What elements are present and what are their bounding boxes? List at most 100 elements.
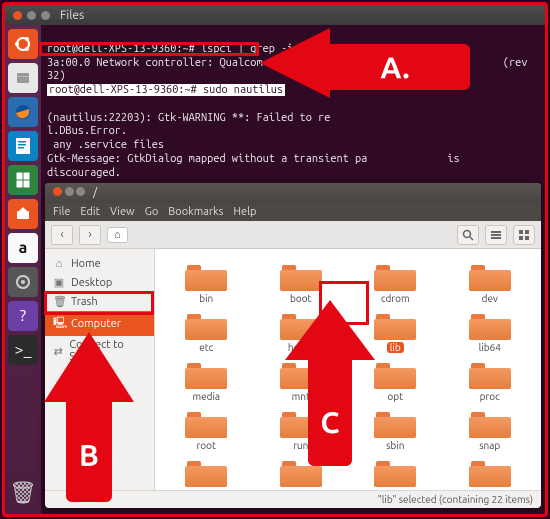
folder-item[interactable]: mnt bbox=[256, 357, 347, 404]
unity-launcher: a ? >_ 🗑 bbox=[5, 25, 41, 514]
view-list-icon[interactable] bbox=[485, 225, 507, 245]
search-icon[interactable] bbox=[457, 225, 479, 245]
folder-label: mnt bbox=[292, 391, 310, 402]
launcher-calc[interactable] bbox=[8, 165, 38, 195]
folder-icon bbox=[185, 261, 227, 291]
folder-item[interactable]: root bbox=[161, 406, 252, 453]
forward-button[interactable]: › bbox=[79, 225, 101, 245]
menu-edit[interactable]: Edit bbox=[80, 206, 100, 218]
nautilus-menubar: File Edit View Go Bookmarks Help bbox=[45, 203, 541, 221]
menu-bookmarks[interactable]: Bookmarks bbox=[168, 206, 223, 218]
launcher-amazon[interactable]: a bbox=[8, 233, 38, 263]
term-line: (nautilus:22203): Gtk-WARNING **: Failed… bbox=[47, 112, 545, 138]
folder-icon bbox=[185, 359, 227, 389]
launcher-firefox[interactable] bbox=[8, 97, 38, 127]
folder-label: cdrom bbox=[381, 293, 410, 304]
annot-box-computer bbox=[44, 291, 154, 315]
folder-label: etc bbox=[199, 342, 213, 353]
folder-icon bbox=[185, 408, 227, 438]
close-icon[interactable] bbox=[53, 187, 62, 196]
minimize-icon[interactable] bbox=[27, 11, 36, 20]
folder-item[interactable]: tmp bbox=[445, 455, 536, 490]
nautilus-titlebar: / bbox=[45, 183, 541, 203]
folder-item[interactable]: etc bbox=[161, 308, 252, 355]
term-line: 3a:00.0 Network controller: Qualcom Athe… bbox=[47, 57, 534, 83]
folder-item[interactable]: run bbox=[256, 406, 347, 453]
nautilus-toolbar: ‹ › ⌂ bbox=[45, 221, 541, 249]
term-line-highlight: root@dell-XPS-13-9360:~# sudo nautilus bbox=[47, 84, 285, 96]
annot-box-lib bbox=[319, 281, 369, 325]
folder-label: sbin bbox=[386, 440, 404, 451]
term-line: Gtk-Message: GtkDialog mapped without a … bbox=[47, 153, 466, 179]
folder-icon bbox=[280, 261, 322, 291]
folder-icon bbox=[469, 359, 511, 389]
view-grid-icon[interactable] bbox=[513, 225, 535, 245]
folder-item[interactable]: media bbox=[161, 357, 252, 404]
folder-icon bbox=[374, 310, 416, 340]
folder-icon bbox=[185, 310, 227, 340]
folder-item[interactable]: dev bbox=[445, 259, 536, 306]
folder-icon bbox=[469, 457, 511, 487]
term-line: any .service files bbox=[47, 139, 164, 151]
path-crumb-root[interactable]: ⌂ bbox=[107, 227, 128, 243]
folder-item[interactable]: proc bbox=[445, 357, 536, 404]
folder-icon bbox=[469, 408, 511, 438]
sidebar-item-label: Connect to Server bbox=[69, 339, 146, 363]
folder-label: media bbox=[192, 391, 220, 402]
folder-label: proc bbox=[480, 391, 500, 402]
close-icon[interactable] bbox=[13, 11, 22, 20]
home-icon: ⌂ bbox=[53, 258, 65, 270]
network-icon: ⇄ bbox=[53, 345, 63, 358]
folder-icon bbox=[280, 359, 322, 389]
folder-item[interactable]: snap bbox=[445, 406, 536, 453]
folder-item[interactable]: lib64 bbox=[445, 308, 536, 355]
launcher-dash[interactable] bbox=[8, 29, 38, 59]
folder-icon bbox=[374, 359, 416, 389]
sidebar-item-label: Desktop bbox=[71, 277, 112, 289]
folder-label: run bbox=[293, 440, 308, 451]
desktop-icon: ▣ bbox=[53, 276, 65, 289]
launcher-help[interactable]: ? bbox=[8, 301, 38, 331]
launcher-files[interactable] bbox=[8, 63, 38, 93]
sidebar-item-label: Computer bbox=[71, 318, 121, 330]
minimize-icon[interactable] bbox=[65, 187, 74, 196]
menu-go[interactable]: Go bbox=[145, 206, 159, 218]
folder-icon bbox=[469, 310, 511, 340]
folder-item[interactable]: sys bbox=[256, 455, 347, 490]
folder-item[interactable]: srv bbox=[161, 455, 252, 490]
sidebar-item-connect[interactable]: ⇄ Connect to Server bbox=[45, 336, 154, 366]
menu-file[interactable]: File bbox=[53, 206, 70, 218]
sidebar-item-desktop[interactable]: ▣ Desktop bbox=[45, 273, 154, 292]
folder-label: lib64 bbox=[479, 342, 501, 353]
menu-help[interactable]: Help bbox=[233, 206, 256, 218]
folder-item[interactable]: tmp bbox=[350, 455, 441, 490]
folder-label: boot bbox=[290, 293, 311, 304]
folder-icon bbox=[280, 408, 322, 438]
folder-label: bin bbox=[199, 293, 213, 304]
folder-icon bbox=[374, 261, 416, 291]
statusbar: "lib" selected (containing 22 items) bbox=[45, 490, 541, 508]
maximize-icon[interactable] bbox=[41, 11, 50, 20]
folder-icon bbox=[185, 457, 227, 487]
window-title: Files bbox=[60, 9, 84, 22]
status-text: "lib" selected (containing 22 items) bbox=[378, 494, 533, 505]
launcher-trash[interactable]: 🗑 bbox=[9, 480, 37, 506]
back-button[interactable]: ‹ bbox=[51, 225, 73, 245]
nautilus-window: / File Edit View Go Bookmarks Help ‹ › ⌂… bbox=[45, 183, 541, 508]
folder-icon bbox=[469, 261, 511, 291]
folder-item[interactable]: opt bbox=[350, 357, 441, 404]
folder-icon bbox=[280, 457, 322, 487]
folder-item[interactable]: sbin bbox=[350, 406, 441, 453]
launcher-settings[interactable] bbox=[8, 267, 38, 297]
launcher-software[interactable] bbox=[8, 199, 38, 229]
folder-label: opt bbox=[387, 391, 403, 402]
folder-label: lib bbox=[387, 342, 404, 353]
folder-label: home bbox=[288, 342, 314, 353]
maximize-icon[interactable] bbox=[76, 187, 85, 196]
folder-item[interactable]: bin bbox=[161, 259, 252, 306]
launcher-writer[interactable] bbox=[8, 131, 38, 161]
sidebar-item-home[interactable]: ⌂Home bbox=[45, 255, 154, 273]
launcher-terminal[interactable]: >_ bbox=[8, 335, 38, 365]
menu-view[interactable]: View bbox=[110, 206, 135, 218]
folder-label: root bbox=[197, 440, 216, 451]
